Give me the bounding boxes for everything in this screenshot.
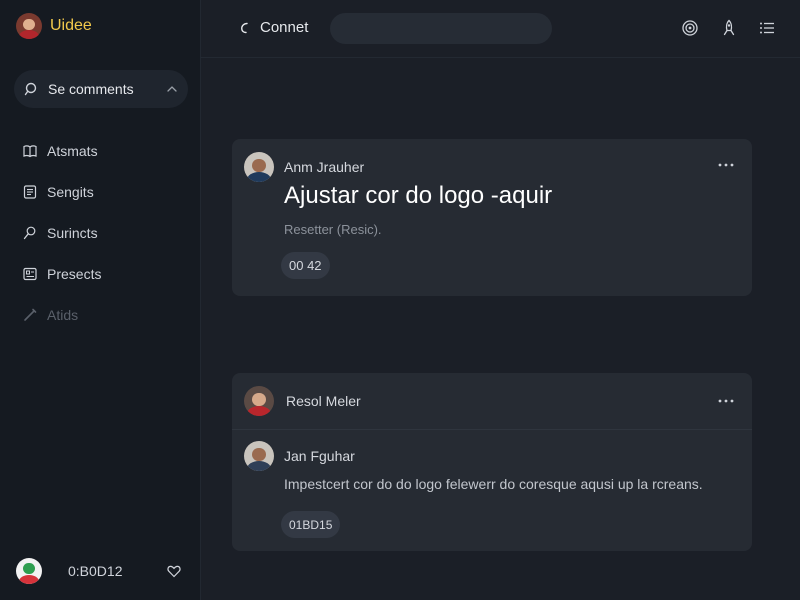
comment-author: Anm Jrauher — [244, 152, 364, 182]
back-button[interactable]: Connet — [238, 19, 308, 36]
sidebar-item-atids[interactable]: Atids — [22, 294, 101, 335]
sidebar: Uidee Se comments Atsmats Sengits Surinc… — [0, 0, 201, 600]
sidebar-item-label: Surincts — [47, 224, 98, 241]
menu-list-icon[interactable] — [758, 19, 776, 37]
back-label: Connet — [260, 19, 309, 36]
rocket-icon[interactable] — [720, 19, 738, 37]
footer-code: 0:B0D12 — [68, 563, 123, 579]
sidebar-item-presects[interactable]: Presects — [22, 253, 101, 294]
notes-icon — [23, 184, 37, 199]
brand[interactable]: Uidee — [16, 13, 92, 39]
sidebar-nav: Atsmats Sengits Surincts Presects Atids — [22, 130, 101, 335]
sidebar-item-surincts[interactable]: Surincts — [22, 212, 101, 253]
reply-code-chip[interactable]: 01BD15 — [281, 511, 341, 538]
target-icon[interactable] — [681, 19, 699, 37]
pin-icon — [23, 226, 36, 239]
more-options-icon[interactable] — [718, 163, 734, 167]
author-avatar[interactable] — [244, 386, 274, 416]
folder-icon — [23, 267, 37, 280]
comment-card: Anm Jrauher Ajustar cor do logo -aquir R… — [232, 139, 752, 296]
sidebar-footer: 0:B0D12 — [16, 558, 186, 584]
comment-subtitle: Resetter (Resic). — [284, 222, 382, 237]
brand-avatar — [16, 13, 42, 39]
sidebar-item-label: Presects — [47, 265, 102, 282]
back-arc-icon — [241, 22, 248, 33]
author-name: Resol Meler — [286, 393, 361, 409]
timestamp-chip[interactable]: 00 42 — [281, 252, 330, 279]
top-bar: Connet — [200, 0, 800, 58]
sidebar-item-sengits[interactable]: Sengits — [22, 171, 101, 212]
thread-divider — [232, 429, 752, 430]
search-comments-button[interactable]: Se comments — [14, 70, 188, 108]
sidebar-item-atsmats[interactable]: Atsmats — [22, 130, 101, 171]
chevron-up-icon[interactable] — [166, 83, 178, 95]
user-avatar[interactable] — [16, 558, 42, 584]
book-icon — [23, 144, 37, 157]
comment-title: Ajustar cor do logo -aquir — [284, 182, 553, 209]
comment-thread-card: Resol Meler Jan Fguhar Impestcert cor do… — [232, 373, 752, 551]
reply-author-name: Jan Fguhar — [284, 448, 355, 464]
author-name: Anm Jrauher — [284, 159, 365, 175]
top-search-input[interactable] — [330, 13, 552, 44]
more-options-icon[interactable] — [718, 399, 734, 403]
heart-icon[interactable] — [166, 563, 182, 579]
reply-avatar[interactable] — [244, 441, 274, 471]
search-comments-label: Se comments — [48, 81, 134, 97]
sidebar-item-label: Sengits — [47, 183, 94, 200]
reply-author: Jan Fguhar — [244, 441, 355, 471]
author-avatar[interactable] — [244, 152, 274, 182]
sidebar-item-label: Atsmats — [47, 142, 98, 159]
thread-author: Resol Meler — [244, 386, 361, 416]
reply-text: Impestcert cor do do logo felewerr do co… — [284, 476, 703, 492]
search-icon — [24, 82, 37, 96]
sidebar-item-label: Atids — [47, 306, 79, 323]
brand-name: Uidee — [50, 17, 92, 34]
edit-icon — [24, 308, 37, 321]
